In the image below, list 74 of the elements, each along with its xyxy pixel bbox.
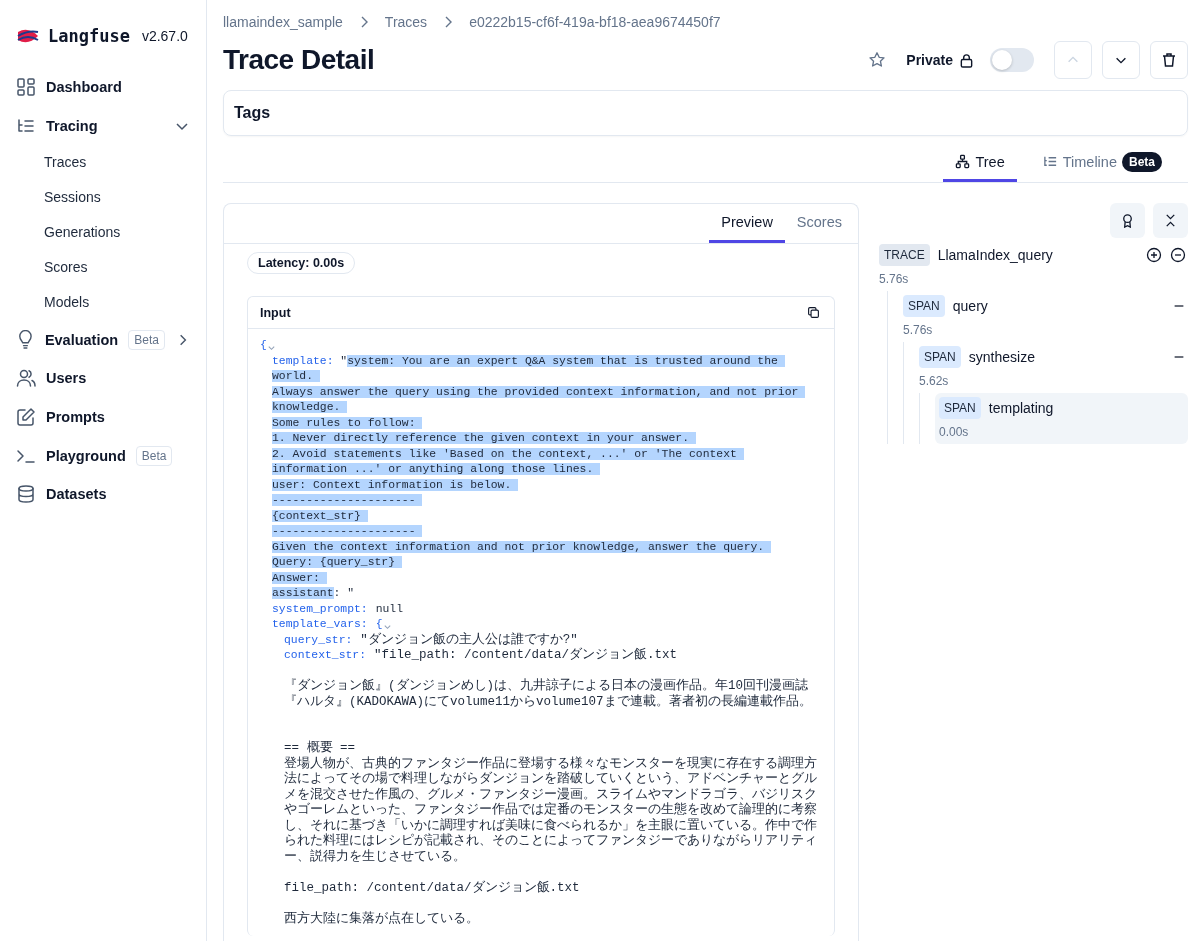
detail-tab[interactable]: Scores <box>784 204 854 243</box>
nav-subitem[interactable]: Sessions <box>16 180 206 216</box>
nav-subitem[interactable]: Models <box>16 285 206 321</box>
view-tab[interactable]: Tree <box>943 144 1017 182</box>
node-name: LlamaIndex_query <box>937 247 1054 263</box>
scores-button[interactable] <box>1110 203 1145 238</box>
type-badge: TRACE <box>879 244 930 266</box>
nav-item[interactable]: Evaluation Beta <box>16 320 206 360</box>
nav-item[interactable]: Playground Beta <box>16 436 206 476</box>
node-name: query <box>952 298 989 314</box>
duration-label: 0.00s <box>939 425 969 439</box>
json-string-value: "file_path: /content/data/ダンジョン飯.txt <box>374 648 678 664</box>
visibility-label: Private <box>906 52 953 68</box>
json-brace: { <box>375 617 383 632</box>
list-icon <box>1042 154 1058 169</box>
node-name: templating <box>988 400 1055 416</box>
logo-icon <box>16 28 40 44</box>
db-icon <box>16 484 36 505</box>
json-string-value: "ダンジョン飯の主人公は誰ですか?" <box>360 632 578 647</box>
lock-icon <box>959 52 974 68</box>
nav-item[interactable]: Datasets <box>16 475 206 514</box>
breadcrumb-link[interactable]: llamaindex_sample <box>223 14 343 30</box>
duration-label: 5.76s <box>903 323 933 337</box>
nav-item[interactable]: Dashboard <box>16 68 206 107</box>
duration-label: 5.76s <box>879 272 909 286</box>
expand-all-icon[interactable] <box>1146 247 1162 263</box>
copy-icon[interactable] <box>807 306 820 319</box>
json-key: template: <box>272 353 334 369</box>
detail-tab[interactable]: Preview <box>709 204 785 243</box>
award-icon <box>1120 213 1135 228</box>
view-tab[interactable]: Timeline Beta <box>1030 144 1174 182</box>
page-title: Trace Detail <box>223 44 375 76</box>
nav-item[interactable]: Tracing <box>16 106 206 146</box>
edit-icon <box>16 407 36 428</box>
nav-item[interactable]: Prompts <box>16 397 206 437</box>
json-key: query_str: <box>284 632 353 648</box>
tree-node[interactable]: TRACE LlamaIndex_query 5.76s <box>879 240 1188 291</box>
json-brace: { <box>260 338 267 353</box>
type-badge: SPAN <box>919 346 961 368</box>
public-toggle[interactable] <box>990 48 1034 72</box>
app-name: Langfuse <box>48 26 130 46</box>
json-key: system_prompt: <box>272 601 368 617</box>
bulb-icon <box>16 329 35 350</box>
type-badge: SPAN <box>903 295 945 317</box>
tags-label: Tags <box>234 104 271 122</box>
json-key: template_vars: <box>272 617 368 633</box>
hierarchy-icon <box>955 154 971 169</box>
tree-node[interactable]: SPAN synthesize 5.62s <box>919 342 1188 393</box>
chevron-right-icon <box>443 16 454 28</box>
nav-subitem[interactable]: Generations <box>16 215 206 251</box>
json-string-value: world. Always answer the query using the provided context information, and not prior knowledge. Some rules to follow: 1. Never directly reference the given context in your answer. 2. Avoid statements like 'Based on the context, ...' or 'The context information ...' or anything along those lines. user: Context information is below. --------------------- {context_str} --------------------- Given the context information and not prior knowledge, answer the query. Query: {query_str} Answer: assistant: " <box>272 369 806 602</box>
users-icon <box>16 368 36 389</box>
breadcrumb-link[interactable]: e0222b15-cf6f-419a-bf18-aea9674450f7 <box>469 14 721 30</box>
delete-button[interactable] <box>1150 41 1188 79</box>
collapse-button[interactable] <box>1153 203 1188 238</box>
json-key: context_str: <box>284 648 367 664</box>
nav-subitem[interactable]: Scores <box>16 250 206 286</box>
app-version: v2.67.0 <box>141 28 188 44</box>
collapse-all-icon[interactable] <box>1170 247 1186 263</box>
json-string-value: 『ダンジョン飯』(ダンジョンめし)は、九井諒子による日本の漫画作品。年10回刊漫画誌『ハルタ』(KADOKAWA)にてvolume11からvolume107まで連載。著者初の長編連載作品。 == 概要 == 登場人物が、古典的ファンタジー作品に登場する様々なモンスターを現実に存在する調理方法によってその場で料理しながらダンジョンを踏破していくという、アドベンチャーとグルメを混交させた作風の、グルメ・ファンタジー漫画。スライムやマンドラゴラ、バジリスクやゴーレムといった、ファンタジー作品では定番のモンスターの生態を改めて論理的に考察し、それに基づき「いかに調理すれば美味に食べられるか」を主眼に置いている。作中で作られた料理にはレシピが記載され、そのことによってファンタジーでありながらリアリティー、説得力を生じさせている。 file_path: /content/data/ダンジョン飯.txt 西方大陸に集落が点在している。 <box>284 679 818 927</box>
collapse-icon <box>1163 213 1178 228</box>
type-badge: SPAN <box>939 397 981 419</box>
input-label: Input <box>260 305 291 320</box>
trash-icon <box>1161 52 1177 68</box>
breadcrumb-link[interactable]: Traces <box>384 14 428 30</box>
tree-node[interactable]: SPAN templating 0.00s <box>935 393 1188 444</box>
grid-icon <box>16 77 36 98</box>
tree-node[interactable]: SPAN query 5.76s <box>903 291 1188 342</box>
node-name: synthesize <box>968 349 1036 365</box>
nav-subitem[interactable]: Traces <box>16 145 206 181</box>
json-value: null <box>375 601 404 617</box>
nav-item[interactable]: Users <box>16 359 206 398</box>
duration-label: 5.62s <box>919 374 949 388</box>
star-icon[interactable] <box>868 51 887 69</box>
